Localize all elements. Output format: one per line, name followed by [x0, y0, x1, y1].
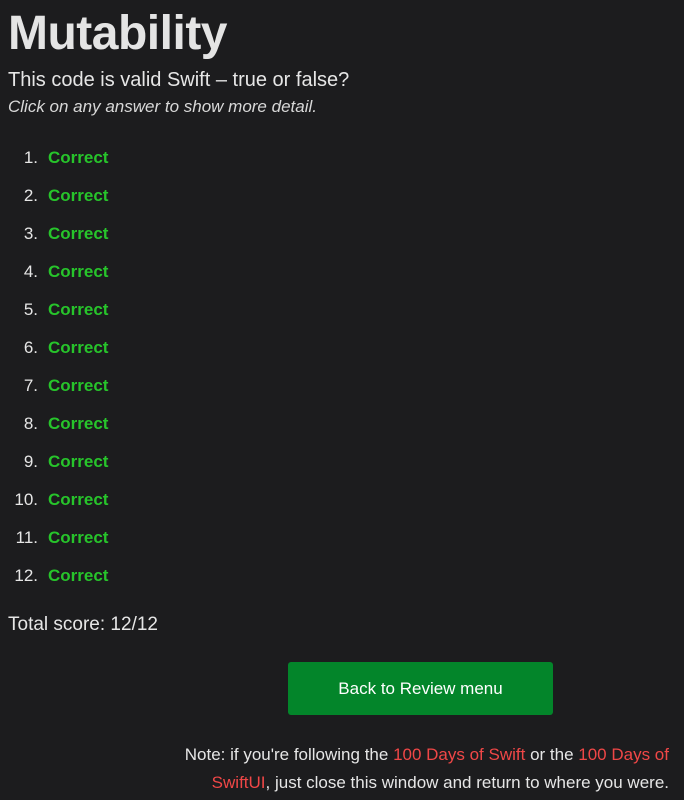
answer-number: 8.	[23, 414, 38, 433]
answer-result[interactable]: Correct	[48, 376, 108, 396]
question-text: This code is valid Swift – true or false…	[8, 69, 350, 91]
back-to-review-menu-button[interactable]: Back to Review menu	[288, 662, 553, 715]
answer-item: 7. Correct	[8, 367, 676, 405]
note-prefix: Note: if you're following the	[184, 745, 394, 764]
answer-number: 7.	[23, 376, 38, 395]
footer-note: Note: if you're following the 100 Days o…	[149, 741, 669, 797]
answer-item: 2. Correct	[8, 177, 676, 215]
answer-number: 5.	[23, 300, 38, 319]
answer-result[interactable]: Correct	[48, 490, 108, 510]
answer-item: 11. Correct	[8, 519, 676, 557]
answer-result[interactable]: Correct	[48, 414, 108, 434]
answer-item: 10. Correct	[8, 481, 676, 519]
answer-item: 1. Correct	[8, 139, 676, 177]
answer-number: 10.	[14, 490, 38, 509]
answer-number: 4.	[23, 262, 38, 281]
answer-number: 1.	[23, 148, 38, 167]
answer-item: 4. Correct	[8, 253, 676, 291]
page: Mutability This code is valid Swift – tr…	[0, 0, 684, 636]
answer-result[interactable]: Correct	[48, 566, 108, 586]
note-suffix: , just close this window and return to w…	[265, 773, 669, 792]
answer-number: 9.	[23, 452, 38, 471]
answer-result[interactable]: Correct	[48, 186, 108, 206]
button-container: Back to Review menu	[288, 662, 553, 715]
answer-result[interactable]: Correct	[48, 148, 108, 168]
answer-item: 8. Correct	[8, 405, 676, 443]
answer-result[interactable]: Correct	[48, 300, 108, 320]
answer-result[interactable]: Correct	[48, 528, 108, 548]
hint-text: Click on any answer to show more detail.	[8, 97, 317, 116]
answer-item: 9. Correct	[8, 443, 676, 481]
answer-number: 11.	[15, 528, 38, 547]
answer-result[interactable]: Correct	[48, 338, 108, 358]
answer-item: 12. Correct	[8, 557, 676, 595]
100-days-of-swift-link[interactable]: 100 Days of Swift	[393, 745, 525, 764]
total-score: Total score: 12/12	[8, 614, 158, 635]
answer-number: 3.	[23, 224, 38, 243]
answer-result[interactable]: Correct	[48, 224, 108, 244]
answer-item: 3. Correct	[8, 215, 676, 253]
answer-item: 5. Correct	[8, 291, 676, 329]
answer-number: 6.	[23, 338, 38, 357]
answer-number: 12.	[14, 566, 38, 585]
answers-list: 1. Correct 2. Correct 3. Correct 4. Correct …	[8, 139, 676, 595]
answer-number: 2.	[23, 186, 38, 205]
answer-result[interactable]: Correct	[48, 452, 108, 472]
answer-item: 6. Correct	[8, 329, 676, 367]
page-title: Mutability	[8, 7, 228, 60]
note-middle: or the	[525, 745, 579, 764]
answer-result[interactable]: Correct	[48, 262, 108, 282]
